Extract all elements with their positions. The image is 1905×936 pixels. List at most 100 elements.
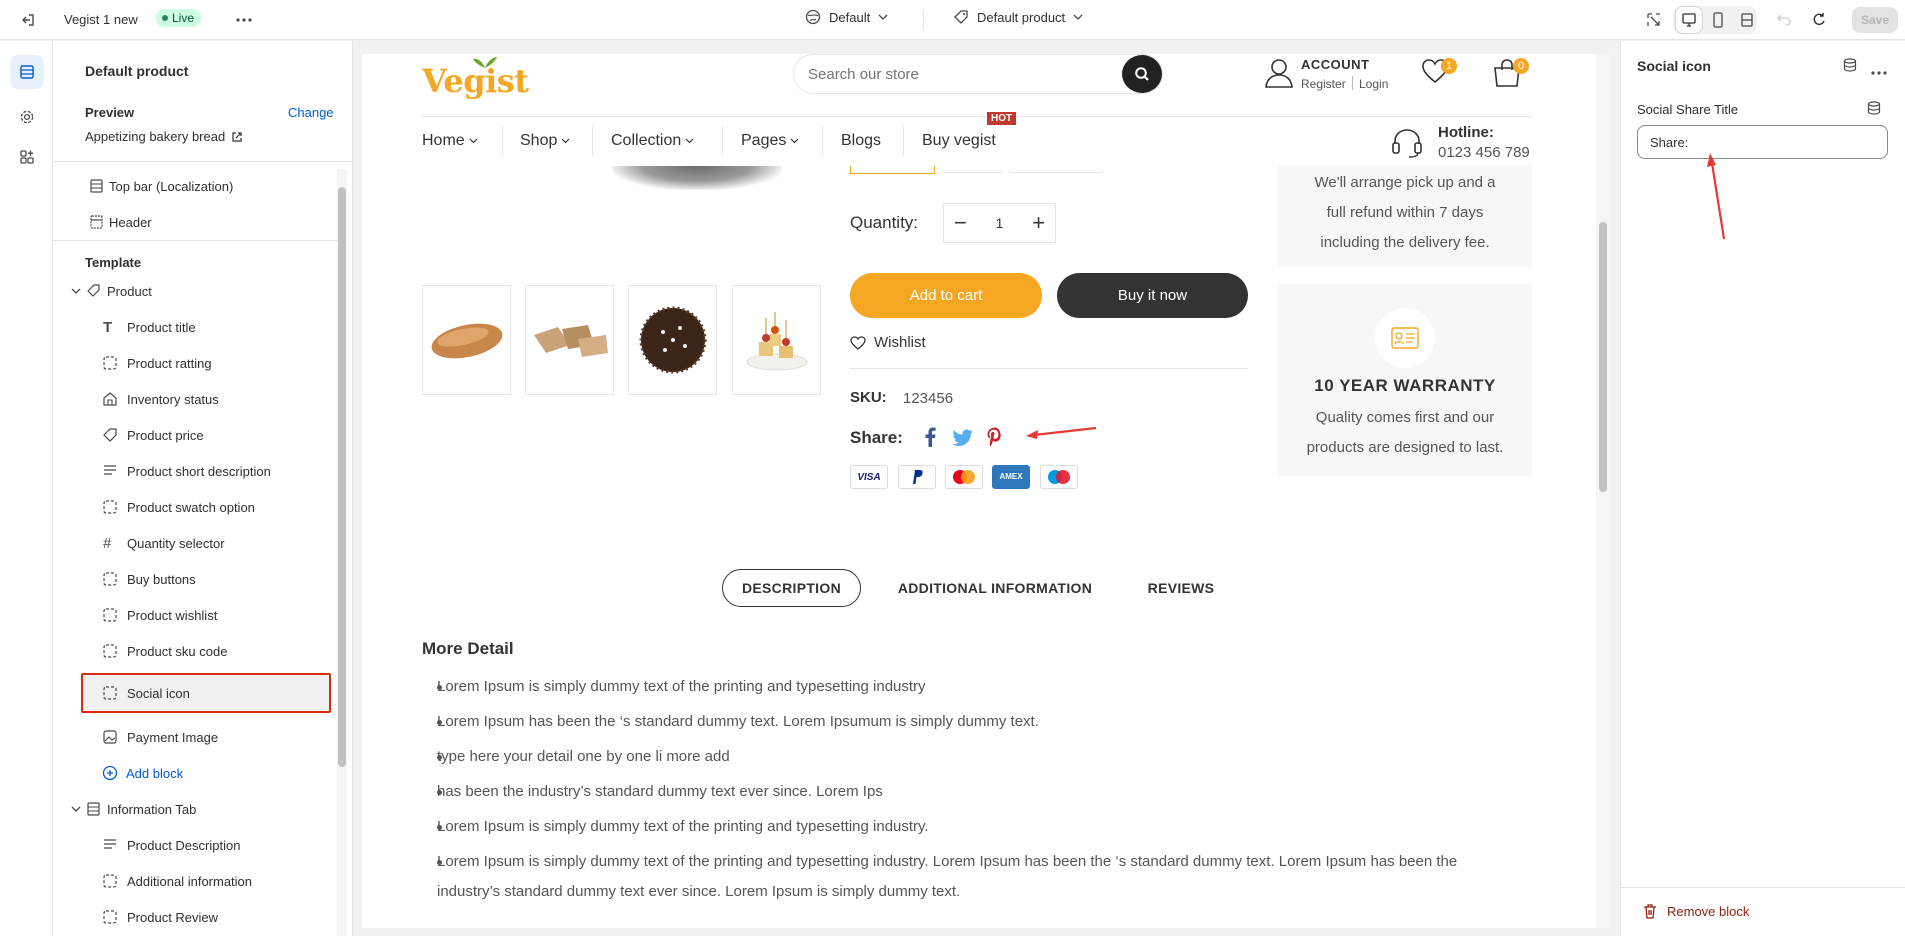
nav-collection[interactable]: Collection [611,132,694,150]
pinterest-icon[interactable] [986,427,1004,450]
block-product-price[interactable]: Product price [53,421,343,449]
store-logo[interactable]: Vegist [422,52,529,100]
inspector-icon[interactable] [1640,6,1668,34]
editor-rail [0,41,53,936]
block-product-title[interactable]: T Product title [53,313,343,341]
nav-pages[interactable]: Pages [741,132,799,150]
undo-icon[interactable] [1770,6,1798,34]
text-lines-icon [104,465,116,475]
section-top-bar[interactable]: Top bar (Localization) [53,172,343,200]
settings-gear-icon[interactable] [13,103,41,131]
redo-icon[interactable] [1805,6,1833,34]
twitter-icon[interactable] [952,429,974,450]
thumb-canapes[interactable] [732,285,821,395]
detail-list-item: Lorem Ipsum is simply dummy text of the … [437,672,1517,702]
block-social-icon-selected[interactable]: Social icon [81,673,331,713]
theme-selector[interactable]: Default [805,9,888,25]
facebook-icon[interactable] [923,427,937,450]
wishlist-header-icon[interactable]: 1 [1421,58,1457,87]
quantity-value[interactable]: 1 [996,215,1004,231]
block-inventory-status[interactable]: Inventory status [53,385,343,413]
exit-icon[interactable] [14,6,42,34]
block-product-sku-code[interactable]: Product sku code [53,637,343,665]
tag-icon [87,284,100,297]
payment-visa: VISA [850,465,888,489]
save-button[interactable]: Save [1852,7,1898,33]
minus-icon[interactable]: − [954,212,967,234]
social-share-title-input[interactable] [1637,125,1888,159]
apps-icon[interactable] [13,143,41,171]
remove-block-button[interactable]: Remove block [1643,903,1749,919]
block-label: Product Review [127,909,219,925]
section-product[interactable]: Product [53,277,343,305]
variant-swatch[interactable] [942,166,1002,173]
template-select-value: Default product [977,9,1066,25]
block-product-ratting[interactable]: Product ratting [53,349,343,377]
warranty-icon [1375,308,1435,368]
block-product-wishlist[interactable]: Product wishlist [53,601,343,629]
quantity-stepper[interactable]: − 1 + [943,203,1056,243]
scrollbar-thumb[interactable] [338,187,346,767]
account-icon[interactable] [1264,57,1294,92]
scrollbar-thumb[interactable] [1599,222,1607,492]
preview-scrollbar[interactable] [1596,54,1610,928]
add-block-button[interactable]: Add block [53,759,343,787]
annotation-arrow-input [1706,151,1730,244]
add-to-cart-button[interactable]: Add to cart [850,273,1042,318]
block-product-review[interactable]: Product Review [53,903,343,931]
preview-change-link[interactable]: Change [288,105,334,120]
chevron-down-icon [561,138,570,144]
section-information-tab[interactable]: Information Tab [53,795,343,823]
block-payment-image[interactable]: Payment Image [53,723,343,751]
nav-home[interactable]: Home [422,132,478,150]
block-buy-buttons[interactable]: Buy buttons [53,565,343,593]
sidebar-scrollbar[interactable] [337,169,347,936]
nav-shop[interactable]: Shop [520,132,570,150]
wishlist-link[interactable]: Wishlist [850,334,926,351]
headset-icon [1390,126,1424,163]
thumb-cookie[interactable] [628,285,717,395]
tab-description[interactable]: DESCRIPTION [722,569,861,607]
detail-list-item: Lorem Ipsum has been the ‘s standard dum… [437,707,1517,737]
block-product-short-description[interactable]: Product short description [53,457,343,485]
search-input[interactable] [808,65,1108,83]
text-icon: T [103,318,113,336]
section-header[interactable]: Header [53,208,343,236]
thumb-bread[interactable] [422,285,511,395]
detail-list-item: type here your detail one by one li more… [437,742,1517,772]
tab-reviews[interactable]: REVIEWS [1130,569,1232,607]
preview-product[interactable]: Appetizing bakery bread [85,129,243,144]
plus-icon[interactable]: + [1032,212,1045,234]
login-link[interactable]: Login [1359,77,1388,91]
register-link[interactable]: Register [1301,77,1346,91]
nav-buy-vegist[interactable]: Buy vegist [922,132,996,150]
block-additional-information[interactable]: Additional information [53,867,343,895]
block-label: Product short description [127,463,271,479]
database-icon[interactable] [1843,58,1857,75]
variant-swatch-selected[interactable] [850,166,935,174]
image-icon [103,730,117,744]
mobile-view-icon[interactable] [1704,6,1732,34]
share-label: Share: [850,428,903,447]
payment-paypal [898,465,936,489]
cart-icon[interactable]: 0 [1491,58,1529,91]
block-product-swatch-option[interactable]: Product swatch option [53,493,343,521]
buy-now-button[interactable]: Buy it now [1057,273,1248,318]
store-search[interactable] [793,54,1163,94]
thumb-crackers[interactable] [525,285,614,395]
section-label: Information Tab [107,801,197,817]
nav-blogs[interactable]: Blogs [841,132,881,150]
template-selector[interactable]: Default product [953,9,1083,25]
sections-icon[interactable] [10,55,44,89]
search-button[interactable] [1122,55,1162,93]
fullscreen-view-icon[interactable] [1733,6,1761,34]
tab-additional-information[interactable]: ADDITIONAL INFORMATION [880,569,1110,607]
variant-swatch[interactable] [1010,166,1102,173]
block-quantity-selector[interactable]: # Quantity selector [53,529,343,557]
price-tag-icon [103,428,117,442]
block-product-description[interactable]: Product Description [53,831,343,859]
dynamic-source-icon[interactable] [1867,101,1881,118]
desktop-view-icon[interactable] [1675,6,1703,34]
more-options-icon[interactable] [1871,63,1887,78]
more-options-icon[interactable] [230,6,258,34]
